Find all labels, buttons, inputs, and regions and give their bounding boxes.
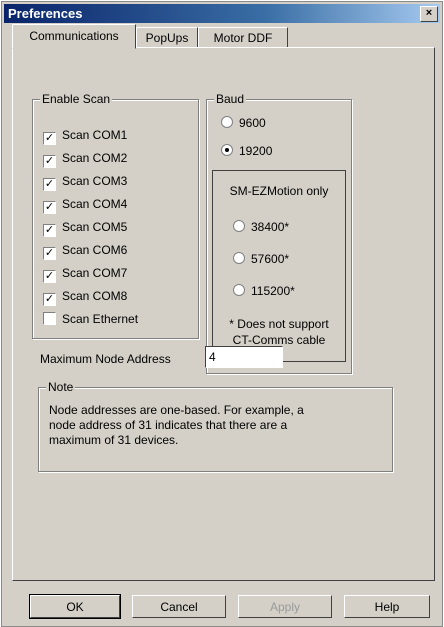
scan-com7-checkbox[interactable]: ✓ Scan COM7: [43, 265, 128, 283]
radio-circle-selected[interactable]: [221, 144, 233, 156]
checkbox-box[interactable]: ✓: [43, 201, 56, 214]
radio-circle[interactable]: [233, 252, 245, 264]
ok-button[interactable]: OK: [29, 594, 121, 619]
note-legend: Note: [46, 380, 76, 394]
checkbox-box[interactable]: ✓: [43, 155, 56, 168]
radio-label: 57600*: [251, 252, 290, 266]
checkbox-label: Scan COM7: [62, 266, 128, 280]
communications-panel: Enable Scan ✓ Scan COM1 ✓ Scan COM2 ✓ Scan …: [12, 47, 435, 581]
scan-com3-checkbox[interactable]: ✓ Scan COM3: [43, 173, 128, 191]
checkbox-box[interactable]: ✓: [43, 270, 56, 283]
checkbox-label: Scan COM3: [62, 174, 128, 188]
sm-ezmotion-title: SM-EZMotion only: [229, 184, 329, 198]
scan-com6-checkbox[interactable]: ✓ Scan COM6: [43, 242, 128, 260]
checkbox-label: Scan Ethernet: [62, 312, 139, 326]
apply-button[interactable]: Apply: [238, 595, 332, 618]
scan-com8-checkbox[interactable]: ✓ Scan COM8: [43, 288, 128, 306]
tab-motor-ddf[interactable]: Motor DDF: [198, 27, 288, 49]
note-text-line3: maximum of 31 devices.: [49, 433, 179, 447]
scan-com2-checkbox[interactable]: ✓ Scan COM2: [43, 150, 128, 168]
help-button[interactable]: Help: [344, 595, 430, 618]
note-text-line1: Node addresses are one-based. For exampl…: [49, 403, 304, 417]
baud-38400-radio[interactable]: 38400*: [233, 219, 289, 235]
baud-19200-radio[interactable]: 19200: [221, 143, 272, 159]
baud-9600-radio[interactable]: 9600: [221, 115, 266, 131]
radio-label: 9600: [239, 116, 266, 130]
radio-label: 19200: [239, 144, 273, 158]
tab-communications[interactable]: Communications: [12, 24, 136, 49]
max-node-label: Maximum Node Address: [40, 352, 171, 366]
checkbox-box[interactable]: ✓: [43, 293, 56, 306]
checkbox-label: Scan COM1: [62, 128, 128, 142]
checkbox-box[interactable]: ✓: [43, 132, 56, 145]
baud-115200-radio[interactable]: 115200*: [233, 283, 295, 299]
radio-circle[interactable]: [233, 284, 245, 296]
baud-57600-radio[interactable]: 57600*: [233, 251, 289, 267]
scan-com1-checkbox[interactable]: ✓ Scan COM1: [43, 127, 128, 145]
checkbox-label: Scan COM2: [62, 151, 128, 165]
sm-ezmotion-box: SM-EZMotion only 38400* 57600* 115200* *…: [212, 170, 346, 362]
note-text-line2: node address of 31 indicates that there …: [49, 418, 288, 432]
enable-scan-legend: Enable Scan: [40, 92, 113, 106]
checkbox-label: Scan COM8: [62, 289, 128, 303]
checkbox-box[interactable]: ✓: [43, 178, 56, 191]
scan-com5-checkbox[interactable]: ✓ Scan COM5: [43, 219, 128, 237]
note-group: Note Node addresses are one-based. For e…: [38, 380, 393, 472]
checkbox-label: Scan COM4: [62, 197, 128, 211]
radio-circle[interactable]: [233, 220, 245, 232]
scan-com4-checkbox[interactable]: ✓ Scan COM4: [43, 196, 128, 214]
radio-label: 38400*: [251, 220, 290, 234]
radio-circle[interactable]: [221, 116, 233, 128]
close-icon[interactable]: ×: [420, 6, 438, 22]
window-title: Preferences: [8, 6, 83, 21]
cancel-button[interactable]: Cancel: [132, 595, 226, 618]
checkbox-label: Scan COM5: [62, 220, 128, 234]
title-bar[interactable]: Preferences ×: [4, 4, 440, 23]
enable-scan-group: Enable Scan ✓ Scan COM1 ✓ Scan COM2 ✓ Scan …: [32, 92, 199, 339]
checkbox-box[interactable]: ✓: [43, 247, 56, 260]
baud-legend: Baud: [214, 92, 247, 106]
checkbox-box-empty[interactable]: [43, 312, 56, 325]
checkbox-label: Scan COM6: [62, 243, 128, 257]
checkbox-box[interactable]: ✓: [43, 224, 56, 237]
sm-ezmotion-footnote-line1: * Does not support: [229, 317, 329, 331]
baud-group: Baud 9600 19200 SM-EZMotion only 38400* …: [206, 92, 352, 374]
radio-label: 115200*: [251, 284, 295, 298]
sm-ezmotion-footnote-line2: CT-Comms cable: [232, 333, 326, 347]
max-node-input[interactable]: [205, 346, 283, 368]
preferences-window: Preferences × Communications PopUps Moto…: [1, 1, 443, 627]
tab-popups[interactable]: PopUps: [136, 27, 198, 49]
scan-ethernet-checkbox[interactable]: Scan Ethernet: [43, 311, 138, 327]
